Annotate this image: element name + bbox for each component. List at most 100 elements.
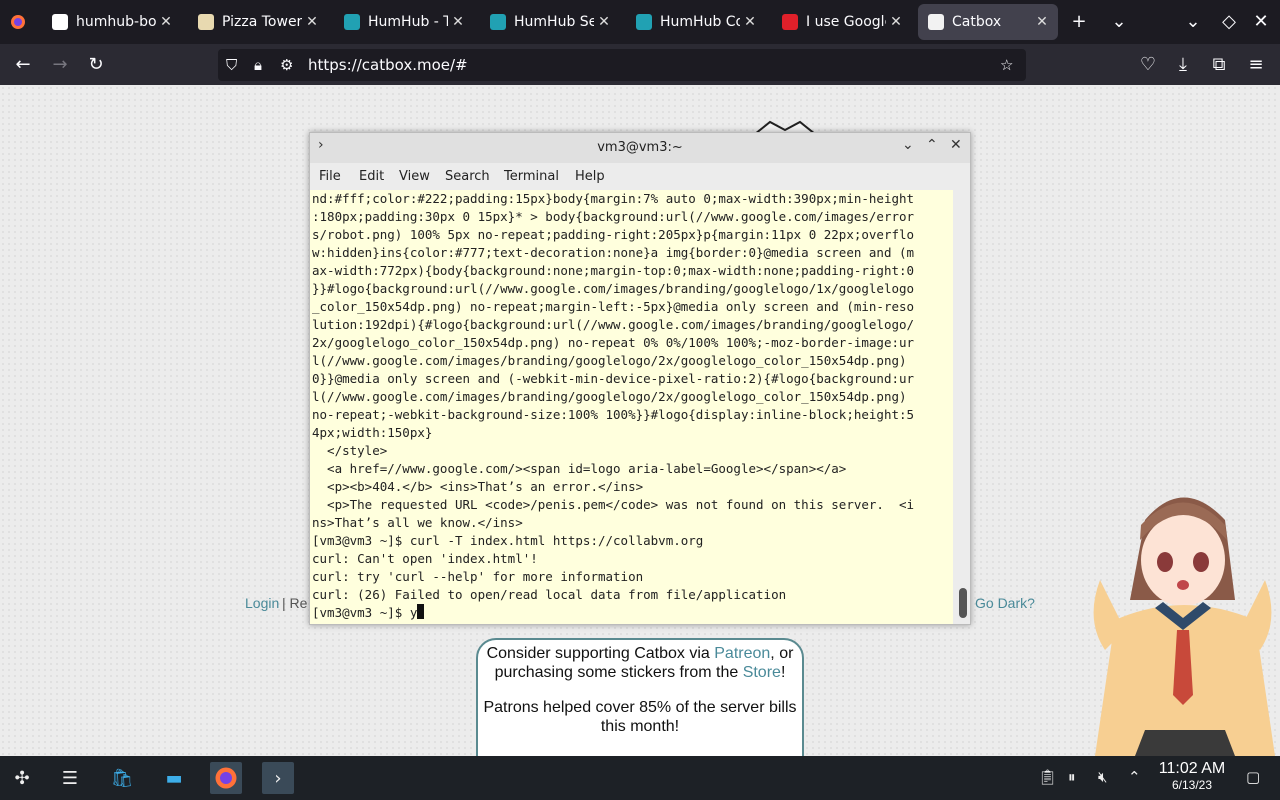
show-desktop-icon[interactable]: ▢ <box>1246 768 1260 786</box>
terminal-line: 4px;width:150px} <box>312 425 433 440</box>
tab-list-button[interactable]: ⌄ <box>1106 9 1132 35</box>
terminal-line: curl: (26) Failed to open/read local dat… <box>312 587 787 602</box>
pocket-icon[interactable]: ♡ <box>1135 52 1161 78</box>
minimize-icon[interactable]: ⌄ <box>902 137 914 153</box>
terminal-prompt-line[interactable]: [vm3@vm3 ~]$ y <box>310 604 953 622</box>
app-launcher-icon[interactable]: ✣ <box>6 762 38 794</box>
extensions-icon[interactable]: ⧉ <box>1206 52 1232 78</box>
firefox-menu-button[interactable] <box>0 4 40 40</box>
terminal-cursor <box>417 604 425 619</box>
menu-help[interactable]: Help <box>575 169 605 184</box>
restore-window-icon[interactable]: ◇ <box>1216 9 1242 35</box>
tab-title: I use Google <box>806 14 886 30</box>
tab-close-icon[interactable]: ✕ <box>156 14 176 30</box>
terminal-input[interactable]: y <box>410 605 418 620</box>
tab-title: HumHub Setu <box>514 14 594 30</box>
terminal-title-bar[interactable]: › vm3@vm3:~ ⌄ ⌃ ✕ <box>310 133 970 163</box>
anime-mascot-image <box>1093 497 1275 756</box>
downloads-icon[interactable]: ⤓ <box>1170 52 1196 78</box>
menu-view[interactable]: View <box>399 169 430 184</box>
menu-edit[interactable]: Edit <box>359 169 384 184</box>
terminal-line: _color_150x54dp.png) no-repeat;margin-le… <box>312 299 915 314</box>
tab-4[interactable]: HumHub Setu✕ <box>480 4 620 40</box>
tab-close-icon[interactable]: ✕ <box>740 14 760 30</box>
minimize-window-icon[interactable]: ⌄ <box>1180 9 1206 35</box>
menu-file[interactable]: File <box>319 169 341 184</box>
new-tab-button[interactable]: + <box>1066 9 1092 35</box>
tab-7[interactable]: Catbox ✕ <box>918 4 1058 40</box>
close-window-icon[interactable]: ✕ <box>1248 9 1274 35</box>
terminal-title: vm3@vm3:~ <box>597 140 683 155</box>
close-icon[interactable]: ✕ <box>950 137 962 153</box>
tab-title: HumHub - Th <box>368 14 448 30</box>
store-link[interactable]: Store <box>743 664 781 681</box>
tab-close-icon[interactable]: ✕ <box>594 14 614 30</box>
scrollbar-thumb[interactable] <box>959 588 967 618</box>
login-link[interactable]: Login <box>245 595 279 611</box>
terminal-line: w:hidden}ins{color:#777;text-decoration:… <box>312 245 915 260</box>
lock-icon[interactable]: 🔒︎ <box>254 56 262 74</box>
permissions-icon[interactable]: ⚙ <box>280 56 293 74</box>
terminal-line: curl: try 'curl --help' for more informa… <box>312 569 644 584</box>
url-bar[interactable]: ⛉ 🔒︎ ⚙ https://catbox.moe/# ☆ <box>218 49 1026 81</box>
tab-1[interactable]: humhub-bot ✕ <box>42 4 182 40</box>
terminal-line: curl: Can't open 'index.html'! <box>312 551 538 566</box>
browser-tab-bar: humhub-bot✕Pizza Tower✕HumHub - Th✕HumHu… <box>0 0 1280 44</box>
terminal-scrollbar[interactable] <box>956 190 970 624</box>
url-text[interactable]: https://catbox.moe/# <box>308 56 468 74</box>
tab-close-icon[interactable]: ✕ <box>302 14 322 30</box>
tab-close-icon[interactable]: ✕ <box>886 14 906 30</box>
terminal-line: <p><b>404.</b> <ins>That’s an error.</in… <box>312 479 644 494</box>
patreon-link[interactable]: Patreon <box>714 645 770 662</box>
opera-icon <box>782 14 798 30</box>
firefox-icon <box>10 14 26 30</box>
tab-title: HumHub Con <box>660 14 740 30</box>
tab-title: Catbox <box>952 14 1002 30</box>
terminal-window[interactable]: › vm3@vm3:~ ⌄ ⌃ ✕ File Edit View Search … <box>309 132 971 625</box>
github-icon <box>52 14 68 30</box>
terminal-line: }}#logo{background:url(//www.google.com/… <box>312 281 915 296</box>
terminal-line: l(//www.google.com/images/branding/googl… <box>312 353 907 368</box>
back-button[interactable]: ← <box>10 52 36 78</box>
tab-title: Pizza Tower <box>222 14 302 30</box>
maximize-icon[interactable]: ⌃ <box>926 137 938 153</box>
go-dark-link[interactable]: Go Dark? <box>975 595 1035 611</box>
file-manager-icon[interactable]: ▬ <box>158 762 190 794</box>
shield-icon[interactable]: ⛉ <box>226 56 237 74</box>
humhub-icon <box>636 14 652 30</box>
tray-expand-icon[interactable]: ⌃ <box>1128 768 1141 786</box>
tab-close-icon[interactable]: ✕ <box>1032 14 1052 30</box>
terminal-line: 2x/googlelogo_color_150x54dp.png) no-rep… <box>312 335 915 350</box>
terminal-taskbar-icon[interactable]: › <box>262 762 294 794</box>
firefox-taskbar-icon[interactable] <box>210 762 242 794</box>
hamburger-menu-icon[interactable]: ≡ <box>1243 52 1269 78</box>
patrons-text: Patrons helped cover 85% of the server b… <box>483 699 797 735</box>
terminal-line: l(//www.google.com/images/branding/googl… <box>312 389 907 404</box>
discover-store-icon[interactable]: 🛍︎ <box>106 762 138 794</box>
support-text: Consider supporting Catbox via Patreon, … <box>486 645 794 681</box>
clock[interactable]: 11:02 AM 6/13/23 <box>1150 760 1234 792</box>
clipboard-icon[interactable]: 📋︎ <box>1038 768 1057 786</box>
tab-3[interactable]: HumHub - Th✕ <box>334 4 474 40</box>
menu-search[interactable]: Search <box>445 169 490 184</box>
menu-terminal[interactable]: Terminal <box>504 169 559 184</box>
terminal-line: s/robot.png) 100% 5px no-repeat;padding-… <box>312 227 915 242</box>
volume-muted-icon[interactable]: 🔇︎ <box>1098 768 1107 786</box>
clock-time: 11:02 AM <box>1158 760 1226 777</box>
terminal-line: ns>That’s all we know.</ins> <box>312 515 523 530</box>
system-settings-icon[interactable]: ☰ <box>54 762 86 794</box>
tab-6[interactable]: I use Google ✕ <box>772 4 912 40</box>
terminal-output[interactable]: nd:#fff;color:#222;padding:15px}body{mar… <box>310 190 953 624</box>
tab-5[interactable]: HumHub Con✕ <box>626 4 766 40</box>
terminal-line: ax-width:772px){body{background:none;mar… <box>312 263 915 278</box>
media-pause-icon[interactable]: ⏸︎ <box>1068 768 1076 786</box>
bookmark-star-icon[interactable]: ☆ <box>1000 56 1013 74</box>
humhub-icon <box>344 14 360 30</box>
register-link-partial[interactable]: | Re <box>282 595 307 611</box>
tab-2[interactable]: Pizza Tower ✕ <box>188 4 328 40</box>
tab-close-icon[interactable]: ✕ <box>448 14 468 30</box>
terminal-line: no-repeat;-webkit-background-size:100% 1… <box>312 407 915 422</box>
reload-button[interactable]: ↻ <box>83 52 109 78</box>
terminal-line: </style> <box>312 443 388 458</box>
forward-button[interactable]: → <box>47 52 73 78</box>
